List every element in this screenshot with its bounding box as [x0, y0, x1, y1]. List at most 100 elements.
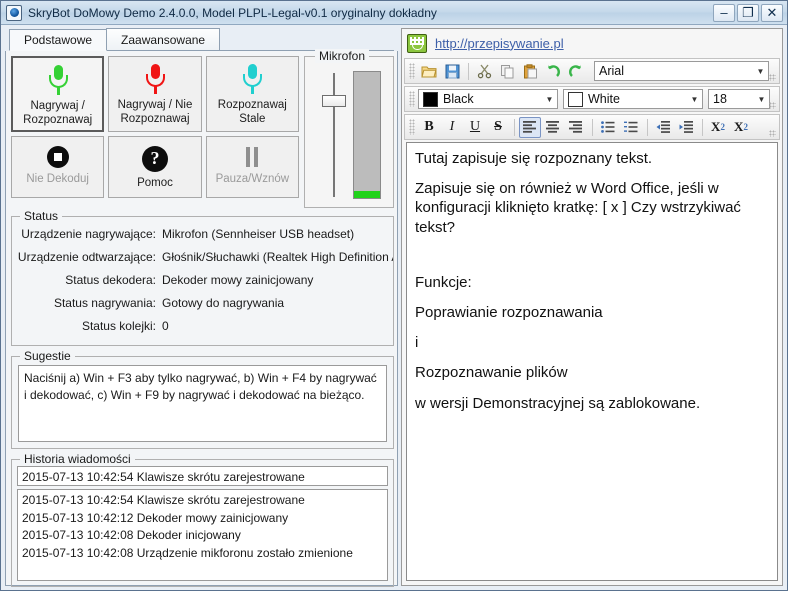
status-row: Urządzenie odtwarzające: Głośnik/Słuchaw…	[12, 250, 393, 264]
text-color-swatch	[423, 91, 438, 107]
status-row: Urządzenie nagrywające: Mikrofon (Sennhe…	[12, 227, 393, 241]
record-recognize-button[interactable]: Nagrywaj / Rozpoznawaj	[11, 56, 105, 132]
help-label: Pomoc	[137, 177, 173, 189]
microphone-icon	[47, 65, 69, 95]
toolbar-color-row: Black ▼ White ▼ 18 ▼	[404, 86, 780, 112]
maximize-button[interactable]: ❐	[737, 3, 759, 22]
pause-icon	[246, 146, 259, 168]
record-no-recognize-button[interactable]: Nagrywaj / Nie Rozpoznawaj	[108, 56, 202, 132]
toolbar-overflow-icon[interactable]	[769, 130, 776, 137]
smiley-grid-icon	[407, 33, 427, 53]
list-item[interactable]: 2015-07-13 10:42:08 Urządzenie mikforonu…	[22, 545, 383, 563]
help-icon: ?	[141, 146, 168, 172]
microphone-volume-slider[interactable]	[322, 73, 346, 197]
save-icon[interactable]	[441, 61, 463, 82]
history-list[interactable]: 2015-07-13 10:42:54 Klawisze skrótu zare…	[17, 489, 388, 581]
chevron-down-icon[interactable]: ▼	[753, 62, 768, 80]
editor-paragraph: i	[415, 334, 419, 352]
help-button[interactable]: ? Pomoc	[108, 136, 202, 198]
align-right-icon[interactable]	[565, 117, 587, 138]
list-item[interactable]: 2015-07-13 10:42:08 Dekoder inicjowany	[22, 527, 383, 545]
window-title: SkryBot DoMowy Demo 2.4.0.0, Model PLPL-…	[28, 5, 437, 20]
bullet-list-icon[interactable]	[597, 117, 619, 138]
pause-resume-button[interactable]: Pauza/Wznów	[205, 136, 299, 198]
toolbar-separator	[468, 62, 469, 80]
text-color-combo[interactable]: Black ▼	[418, 89, 558, 109]
font-family-value: Arial	[599, 64, 625, 78]
tab-zaawansowane[interactable]: Zaawansowane	[106, 28, 221, 50]
font-family-combo[interactable]: Arial ▼	[594, 61, 769, 81]
tab-podstawowe[interactable]: Podstawowe	[9, 29, 108, 51]
align-left-icon[interactable]	[519, 116, 541, 138]
editor-paragraph: Poprawianie rozpoznawania	[415, 303, 603, 321]
title-bar: SkryBot DoMowy Demo 2.4.0.0, Model PLPL-…	[1, 1, 787, 25]
redo-icon[interactable]	[565, 61, 587, 82]
website-link[interactable]: http://przepisywanie.pl	[435, 36, 564, 51]
status-value: Mikrofon (Sennheiser USB headset)	[162, 227, 355, 241]
action-button-grid: Nagrywaj / Rozpoznawaj Nagrywaj / Nie Ro…	[11, 56, 299, 198]
list-item[interactable]: 2015-07-13 10:42:54 Klawisze skrótu zare…	[22, 492, 383, 510]
align-center-icon[interactable]	[542, 117, 564, 138]
status-row: Status dekodera: Dekoder mowy zainicjowa…	[12, 273, 393, 287]
microphone-icon	[144, 64, 166, 94]
copy-icon[interactable]	[496, 61, 518, 82]
open-icon[interactable]	[418, 61, 440, 82]
bold-icon[interactable]: B	[418, 117, 440, 138]
indent-icon[interactable]	[675, 117, 697, 138]
status-key: Urządzenie odtwarzające:	[17, 250, 156, 264]
undo-icon[interactable]	[542, 61, 564, 82]
level-meter-fill	[354, 191, 380, 198]
list-item[interactable]: 2015-07-13 10:42:12 Dekoder mowy zainicj…	[22, 510, 383, 528]
pause-resume-label: Pauza/Wznów	[215, 173, 290, 185]
status-key: Status nagrywania:	[53, 296, 156, 310]
italic-icon[interactable]: I	[441, 117, 463, 138]
status-value: Głośnik/Słuchawki (Realtek High Definiti…	[162, 250, 393, 264]
status-row: Status nagrywania: Gotowy do nagrywania	[12, 296, 393, 310]
font-size-combo[interactable]: 18 ▼	[708, 89, 770, 109]
cut-icon[interactable]	[473, 61, 495, 82]
suggestions-group-title: Sugestie	[20, 349, 75, 363]
status-key: Status kolejki:	[81, 319, 156, 333]
editor-paragraph: w wersji Demonstracyjnej są zablokowane.	[415, 394, 701, 412]
chevron-down-icon[interactable]: ▼	[542, 90, 557, 108]
numbered-list-icon[interactable]	[620, 117, 642, 138]
toolbar-separator	[514, 118, 515, 136]
status-key: Status dekodera:	[65, 273, 156, 287]
toolbar-separator	[702, 118, 703, 136]
background-color-combo[interactable]: White ▼	[563, 89, 703, 109]
status-value: 0	[162, 319, 169, 333]
recognize-always-button[interactable]: Rozpoznawaj Stale	[205, 56, 299, 132]
editor-paragraph-blank	[415, 248, 769, 262]
outdent-icon[interactable]	[652, 117, 674, 138]
toolbar-grip[interactable]	[409, 119, 415, 135]
underline-icon[interactable]: U	[464, 117, 486, 138]
microphone-level-meter	[353, 71, 381, 199]
editor-paragraph: Zapisuje się on również w Word Office, j…	[415, 180, 741, 236]
toolbar-grip[interactable]	[409, 63, 415, 79]
stop-decode-label: Nie Dekoduj	[26, 173, 89, 185]
font-size-value: 18	[713, 92, 727, 106]
text-color-value: Black	[443, 92, 474, 106]
toolbar-overflow-icon[interactable]	[769, 102, 776, 109]
slider-thumb[interactable]	[322, 95, 346, 107]
toolbar-grip[interactable]	[409, 91, 415, 107]
subscript-icon[interactable]: X2	[707, 117, 729, 138]
message-history-group-title: Historia wiadomości	[20, 452, 135, 466]
stop-decode-button[interactable]: Nie Dekoduj	[11, 136, 105, 198]
status-list: Urządzenie nagrywające: Mikrofon (Sennhe…	[12, 227, 393, 342]
paste-icon[interactable]	[519, 61, 541, 82]
text-editor-area[interactable]: Tutaj zapisuje się rozpoznany tekst. Zap…	[406, 142, 778, 581]
minimize-button[interactable]: –	[713, 3, 735, 22]
chevron-down-icon[interactable]: ▼	[754, 90, 769, 108]
editor-panel: http://przepisywanie.pl Arial ▼ Black ▼ …	[401, 28, 783, 586]
status-group: Status Urządzenie nagrywające: Mikrofon …	[11, 209, 394, 346]
toolbar-overflow-icon[interactable]	[769, 74, 776, 81]
toolbar-separator	[647, 118, 648, 136]
strikethrough-icon[interactable]: S	[487, 117, 509, 138]
microphone-icon	[241, 64, 263, 94]
background-color-value: White	[588, 92, 620, 106]
close-button[interactable]: ✕	[761, 3, 783, 22]
superscript-icon[interactable]: X2	[730, 117, 752, 138]
editor-paragraph: Funkcje:	[415, 273, 472, 291]
chevron-down-icon[interactable]: ▼	[687, 90, 702, 108]
